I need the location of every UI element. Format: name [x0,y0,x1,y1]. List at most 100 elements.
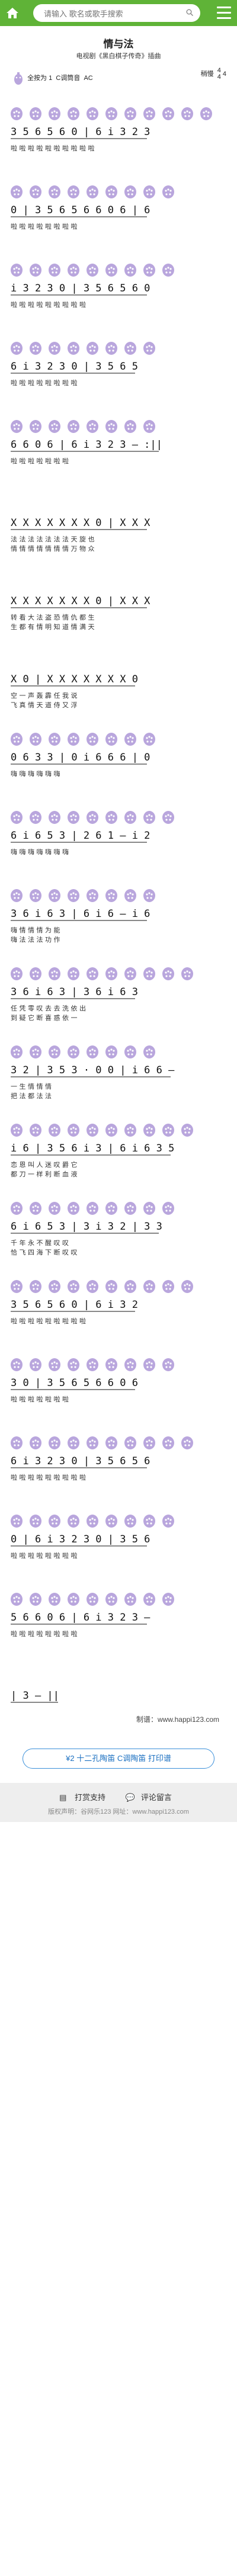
fingering-icon [68,1515,79,1528]
stave-notes: 3 6 i 6 3 | 6 i 6 — i 6 [11,908,150,920]
home-icon[interactable] [5,5,20,21]
fingering-icon [30,107,41,120]
fingering-icon [49,1045,60,1058]
fingering-icon [68,1358,79,1371]
stave-lyrics-2: 嗨 法 法 法 功 作 [11,935,60,944]
stave-svg: 0 | 3 5 6 5 6 6 0 6 | 6 啦 啦 啦 啦 啦 啦 啦 啦 [11,185,174,230]
stave-notes: X 0 | X X X X X X X 0 [11,673,138,685]
fingering-icon [49,1202,60,1215]
stave-lyrics: 嗨 情 情 情 为 能 [11,926,60,934]
fingering-icon [68,1436,79,1449]
stave-notes: X X X X X X X 0 | X X X [11,595,150,607]
fingering-icon [11,1124,23,1137]
fingering-icon [162,811,174,824]
magnifier-icon[interactable] [186,9,193,16]
hamburger-menu-icon[interactable] [217,7,231,20]
key-extra: C调筒音 [56,74,81,82]
stave-notes: 6 i 3 2 3 0 | 3 5 6 5 6 [11,1455,150,1467]
fingering-icon [11,1593,23,1606]
fingering-icon [105,342,117,355]
support-link[interactable]: ▤ 打赏支持 [59,1793,111,1802]
fingering-icon [11,185,23,198]
fingering-icon [30,420,41,433]
fingering-icon [143,342,155,355]
fingering-icon [105,1045,117,1058]
fingering-icon [30,1124,41,1137]
fingering-icon [49,264,60,277]
fingering-icon [49,107,60,120]
stave-lyrics-2: 飞 真 情 天 道 侍 又 浮 [11,701,77,709]
fingering-icon [124,811,136,824]
fingering-icon [30,1436,41,1449]
print-score-button[interactable]: ¥2 十二孔陶笛 C调陶笛 打印谱 [23,1749,214,1769]
fingering-icon [105,1124,117,1137]
search-input[interactable] [43,4,175,23]
fingering-icon [11,1202,23,1215]
stave-svg: 6 6 0 6 | 6 i 3 2 3 — :|| 啦 啦 啦 啦 啦 啦 啦 [11,420,162,465]
stave-notes: 6 6 0 6 | 6 i 3 2 3 — :|| [11,439,162,451]
fingering-icon [49,1358,60,1371]
search-box[interactable] [33,4,200,23]
fingering-icon [143,1202,155,1215]
fingering-icon [11,1436,23,1449]
stave-notes: 6 i 3 2 3 0 | 3 5 6 5 [11,361,138,373]
stave-lyrics: 啦 啦 啦 啦 啦 啦 啦 啦 [11,222,77,230]
fingering-icon [124,1202,136,1215]
comment-link[interactable]: 💬 评论留言 [126,1793,178,1802]
fingering-icon [181,1124,193,1137]
stave-line: 0 | 6 i 3 2 3 0 | 3 5 6 啦 啦 啦 啦 啦 啦 啦 啦 [0,1502,237,1591]
fingering-icon [87,1593,98,1606]
fingering-icon [68,1045,79,1058]
fingering-icon [30,1593,41,1606]
fingering-icon [124,1593,136,1606]
fingering-icon [11,1045,23,1058]
stave-lyrics-2: 都 刀 一 样 利 断 血 液 [11,1170,77,1178]
time-signature-extra: 4 [222,70,226,78]
stave-svg: 3 5 6 5 6 0 | 6 i 3 2 3 啦 啦 啦 啦 啦 啦 啦 啦 啦… [11,107,212,152]
fingering-icon [143,107,155,120]
fingering-icon [30,1045,41,1058]
fingering-icon [30,733,41,746]
stave-svg: 0 6 3 3 | 0 i 6 6 6 | 0 嗨 嗨 嗨 嗨 嗨 嗨 [11,733,155,778]
fingering-icon [143,1280,155,1293]
fingering-icon [87,1358,98,1371]
fingering-icon [30,811,41,824]
tempo-label: 稍慢 [200,70,214,78]
stave-notes: 0 6 3 3 | 0 i 6 6 6 | 0 [11,752,150,764]
fingering-icon [181,967,193,980]
fingering-icon [87,420,98,433]
fingering-icon [87,1515,98,1528]
fingering-icon [124,733,136,746]
fingering-icon [105,185,117,198]
fingering-icon [162,264,174,277]
fingering-icon [49,733,60,746]
fingering-icon [143,1045,155,1058]
fingering-icon [124,264,136,277]
fingering-icon [87,967,98,980]
fingering-icon [87,264,98,277]
fingering-icon [181,1280,193,1293]
fingering-icon [143,264,155,277]
fingering-icon [30,889,41,902]
fingering-icon [124,967,136,980]
stave-svg: 3 6 i 6 3 | 6 i 6 — i 6 嗨 情 情 情 为 能嗨 法 法 … [11,889,155,944]
fingering-icon [124,1515,136,1528]
stave-lyrics: 一 生 情 情 情 [11,1082,52,1090]
fingering-icon [105,107,117,120]
page-footer: ▤ 打赏支持 💬 评论留言 版权声明：谷网乐123 网址：www.happi123… [0,1783,237,1822]
stave-svg: 3 6 i 6 3 | 3 6 i 6 3 任 凭 零 叹 去 去 洗 依 出到 … [11,967,193,1022]
fingering-icon [11,967,23,980]
stave-line: 3 5 6 5 6 0 | 6 i 3 2 3 啦 啦 啦 啦 啦 啦 啦 啦 啦… [0,95,237,184]
fingering-icon [124,342,136,355]
stave-lyrics: 任 凭 零 叹 去 去 洗 依 出 [11,1004,86,1012]
stave-notes: 5 6 6 0 6 | 6 i 3 2 3 — [11,1612,150,1624]
fingering-icon [68,420,79,433]
stave-lyrics: 啦 啦 啦 啦 啦 啦 啦 [11,457,69,465]
stave-line: 5 6 6 0 6 | 6 i 3 2 3 — 啦 啦 啦 啦 啦 啦 啦 啦 [0,1580,237,1669]
fingering-icon [68,733,79,746]
fingering-icon [30,1515,41,1528]
fingering-icon [143,733,155,746]
stave-svg: 0 | 6 i 3 2 3 0 | 3 5 6 啦 啦 啦 啦 啦 啦 啦 啦 [11,1515,174,1560]
fingering-icon [11,420,23,433]
stave-line: 6 i 3 2 3 0 | 3 5 6 5 6 啦 啦 啦 啦 啦 啦 啦 啦 啦 [0,1424,237,1513]
